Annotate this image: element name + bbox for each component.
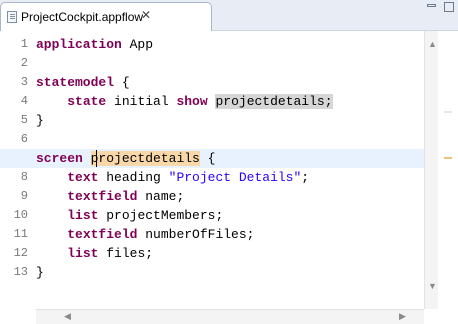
scroll-right-icon[interactable]: ▶: [399, 311, 406, 322]
horizontal-scrollbar[interactable]: ◀ ▶: [36, 309, 424, 324]
code-text: name;: [137, 189, 185, 204]
minimize-icon[interactable]: [427, 4, 436, 7]
code-text: numberOfFiles;: [137, 227, 255, 242]
text-caret: [96, 150, 97, 167]
keyword: state: [67, 94, 107, 109]
code-line[interactable]: [36, 54, 434, 73]
line-number: 3: [20, 75, 28, 89]
line-number-gutter: 1 2 3 4 5 6 7 8 9 10 11 12 13: [0, 31, 36, 309]
scroll-up-icon[interactable]: ▲: [428, 39, 437, 49]
keyword: show: [176, 94, 208, 109]
code-line[interactable]: [36, 130, 434, 149]
line-number: 11: [13, 227, 28, 241]
scroll-down-icon[interactable]: ▼: [428, 281, 437, 291]
code-text: App: [121, 37, 154, 52]
code-text: ;: [324, 94, 333, 109]
maximize-icon[interactable]: [444, 2, 454, 12]
overview-ruler[interactable]: [438, 31, 458, 309]
string-literal: "Project Details": [168, 170, 302, 185]
code-text: {: [114, 75, 130, 90]
code-area[interactable]: application App statemodel { state initi…: [36, 31, 434, 309]
keyword: application: [36, 37, 122, 52]
code-line[interactable]: statemodel {: [36, 73, 434, 92]
keyword: textfield: [67, 189, 138, 204]
keyword: screen: [36, 151, 83, 166]
code-text: projectMembers;: [98, 208, 224, 223]
code-line[interactable]: list projectMembers;: [36, 206, 434, 225]
line-number: 5: [20, 113, 28, 127]
code-line[interactable]: application App: [36, 35, 434, 54]
line-number: 10: [13, 208, 28, 222]
code-line[interactable]: textfield name;: [36, 187, 434, 206]
line-number: 9: [20, 189, 28, 203]
keyword: statemodel: [36, 75, 115, 90]
line-number: 1: [20, 37, 28, 51]
vertical-scrollbar[interactable]: ▲ ▼: [424, 31, 439, 309]
code-line[interactable]: state initial show projectdetails;: [36, 92, 434, 111]
tab-title: ProjectCockpit.appflow: [21, 10, 144, 24]
selection-marker[interactable]: [444, 157, 452, 159]
line-number: 4: [20, 94, 28, 108]
code-line[interactable]: }: [36, 263, 434, 282]
line-number: 2: [20, 56, 28, 70]
code-text: ;: [301, 170, 310, 185]
code-editor[interactable]: 1 2 3 4 5 6 7 8 9 10 11 12 13 applicatio…: [0, 31, 458, 324]
code-line[interactable]: textfield numberOfFiles;: [36, 225, 434, 244]
close-icon[interactable]: ✕: [141, 8, 151, 22]
occurrence-marker[interactable]: [444, 111, 452, 113]
line-number: 12: [13, 246, 28, 260]
keyword: text: [67, 170, 99, 185]
file-icon: [7, 11, 17, 23]
editor-tab-projectcockpit[interactable]: ProjectCockpit.appflow ✕: [0, 2, 212, 31]
code-text: }: [36, 113, 44, 128]
code-line[interactable]: list files;: [36, 244, 434, 263]
code-text: {: [199, 151, 216, 166]
keyword: list: [67, 208, 99, 223]
line-number: 13: [13, 265, 28, 279]
selected-identifier: projectdetails: [90, 151, 200, 166]
code-text: files;: [98, 246, 154, 261]
code-text: heading: [98, 170, 169, 185]
keyword: textfield: [67, 227, 138, 242]
code-line[interactable]: }: [36, 111, 434, 130]
scroll-left-icon[interactable]: ◀: [64, 311, 71, 322]
line-number: 6: [20, 132, 28, 146]
line-number: 8: [20, 170, 28, 184]
code-line[interactable]: text heading "Project Details";: [36, 168, 434, 187]
keyword: list: [67, 246, 99, 261]
editor-tab-bar: ProjectCockpit.appflow ✕: [0, 0, 458, 31]
occurrence-highlight: projectdetails: [215, 94, 325, 109]
code-text: }: [36, 265, 44, 280]
code-text: initial: [106, 94, 177, 109]
